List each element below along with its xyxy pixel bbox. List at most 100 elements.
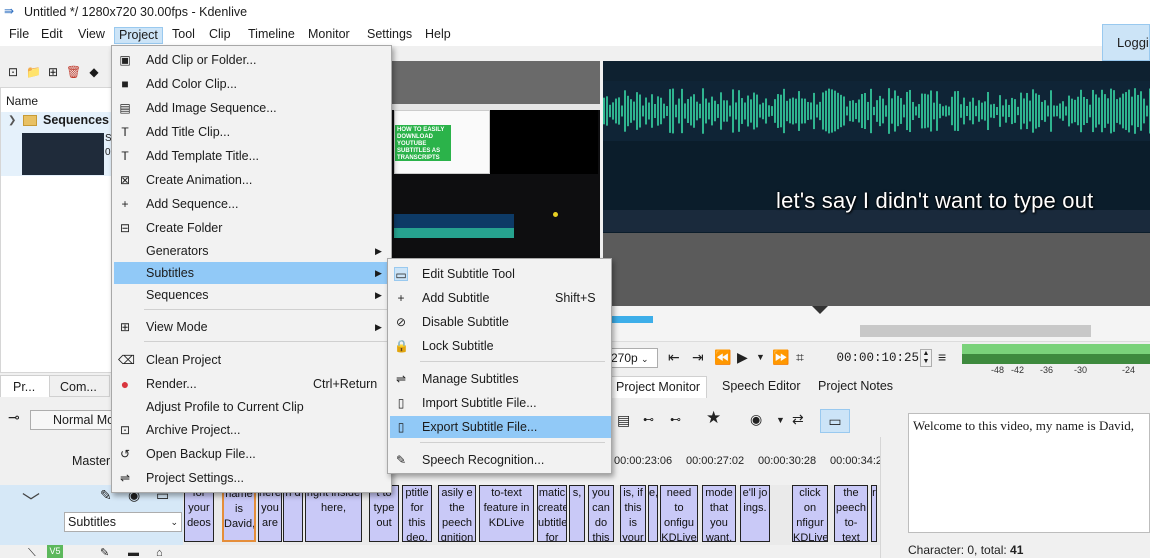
subtitle-clip[interactable]: here you are [258,485,282,542]
subtitle-clip[interactable]: n d [283,485,303,542]
menu-item-speech-recognition[interactable]: ✎ Speech Recognition... [390,449,611,471]
menu-item-add-sequence[interactable]: + Add Sequence... [114,193,391,215]
play-icon[interactable]: ▶ [737,349,748,365]
set-zone-out-icon[interactable]: ⇥ [692,349,704,365]
menu-item-clean-project[interactable]: ⌫ Clean Project [114,349,391,371]
menu-item-edit-subtitle-tool[interactable]: ▭ Edit Subtitle Tool [390,263,611,285]
subtitle-clip[interactable]: e, [648,485,658,542]
bin-clip-row[interactable]: S 0 [1,130,112,176]
menu-tool[interactable]: Tool [168,27,199,44]
collapse-chevron-icon[interactable]: ﹀ [22,488,40,514]
login-button[interactable]: Loggin [1102,24,1150,61]
menu-item-add-title-clip[interactable]: T Add Title Clip... [114,121,391,143]
menu-monitor[interactable]: Monitor [304,27,354,44]
menu-edit[interactable]: Edit [37,27,67,44]
set-zone-in-icon[interactable]: ⇤ [668,349,680,365]
menu-item-sequences[interactable]: Sequences ▶ [114,284,391,306]
menu-item-import-subtitle[interactable]: ▯ Import Subtitle File... [390,392,611,414]
subtitle-clip[interactable]: e'll jo ings. [740,485,770,542]
crop-icon[interactable]: ⌗ [796,349,804,365]
edit-mode-select[interactable]: Normal Mo [30,410,112,430]
menu-item-add-subtitle[interactable]: + Add Subtitle Shift+S [390,287,611,309]
playhead-marker[interactable] [812,306,828,314]
subtitle-clip[interactable]: r [871,485,877,542]
subtitle-clip[interactable]: click on nfigur KDLive [792,485,828,542]
menu-item-add-clip[interactable]: ▣ Add Clip or Folder... [114,49,391,71]
filter-icon[interactable]: ▤ [617,412,630,428]
subtitle-clip[interactable]: name is David, [222,485,256,542]
tab-project-notes[interactable]: Project Notes [812,376,899,398]
play-options-icon[interactable]: ▼ [756,349,765,365]
monitor-menu-icon[interactable]: ≡ [938,349,946,365]
menu-item-adjust-profile[interactable]: Adjust Profile to Current Clip [114,396,391,418]
chevron-right-icon[interactable]: ❯ [8,115,16,126]
add-folder-icon[interactable]: 📁 [26,65,41,79]
tab-project-monitor[interactable]: Project Monitor [609,376,708,398]
subtitle-clip[interactable]: t to type out [369,485,399,542]
subtitle-toggle-icon[interactable]: ▭ [820,409,850,433]
menu-item-project-settings[interactable]: ⇌ Project Settings... [114,467,391,489]
subtitle-clip[interactable]: ptitle for this deo, [402,485,432,542]
master-label[interactable]: Master [72,454,110,468]
swap-icon[interactable]: ⇄ [792,411,804,427]
delete-word-icon[interactable]: ⊷ [643,412,654,428]
menu-item-create-animation[interactable]: ⊠ Create Animation... [114,169,391,191]
menu-item-disable-subtitle[interactable]: ⊘ Disable Subtitle [390,311,611,333]
timecode-spinner[interactable]: ▲ ▼ [920,349,932,367]
record-icon[interactable]: ◉ [750,411,762,427]
delete-icon[interactable]: 🗑 [66,65,81,79]
menu-item-add-image-sequence[interactable]: ▤ Add Image Sequence... [114,97,391,119]
menu-item-render[interactable]: ● Render... Ctrl+Return [114,373,391,395]
subtitle-clip[interactable]: the peech to- text [834,485,868,542]
speech-text-area[interactable]: Welcome to this video, my name is David, [908,413,1150,533]
menu-item-view-mode[interactable]: ⊞ View Mode ▶ [114,316,391,338]
subtitle-clip[interactable]: matic create ubtitle for [537,485,567,542]
menu-item-add-color-clip[interactable]: ■ Add Color Clip... [114,73,391,95]
menu-timeline[interactable]: Timeline [244,27,299,44]
star-icon[interactable]: ★ [706,409,721,426]
lock-icon[interactable]: ⌂ [156,545,163,558]
tab-speech-editor[interactable]: Speech Editor [716,376,807,398]
menu-item-add-template-title[interactable]: T Add Template Title... [114,145,391,167]
subtitle-clip[interactable]: mode that you want. [702,485,736,542]
menu-item-archive-project[interactable]: ⊡ Archive Project... [114,419,391,441]
subtitle-clip[interactable]: need to onfigu KDLive [660,485,698,542]
menu-item-create-folder[interactable]: ⊟ Create Folder [114,217,391,239]
bin-folder-row[interactable]: ❯ Sequences [1,112,112,130]
tool-options-icon[interactable]: ⊸ [8,409,20,425]
menu-item-generators[interactable]: Generators ▶ [114,240,391,262]
subtitle-clip[interactable]: for your deos [184,485,214,542]
subtitle-track-select[interactable]: Subtitles ⌄ [64,512,182,532]
menu-item-lock-subtitle[interactable]: 🔒 Lock Subtitle [390,335,611,357]
menu-item-open-backup[interactable]: ↺ Open Backup File... [114,443,391,465]
subtitle-clip[interactable]: asily e the peech gnition [438,485,476,542]
delete-segment-icon[interactable]: ⊷ [670,412,681,428]
menu-clip[interactable]: Clip [205,27,235,44]
tab-project-bin[interactable]: Pr... [0,375,50,397]
hide-icon[interactable]: ▬ [128,545,139,558]
chevron-down-icon[interactable]: ▼ [776,412,785,428]
menu-file[interactable]: File [5,27,33,44]
subtitle-clip[interactable]: you can do this [588,485,614,542]
subtitle-clip[interactable]: is, if this is your [620,485,646,542]
column-header-name[interactable]: Name [6,94,38,108]
forward-icon[interactable]: ⏩ [772,349,789,365]
collapse-icon[interactable]: ⟍ [28,545,36,558]
menu-project[interactable]: Project [114,27,163,44]
menu-view[interactable]: View [74,27,109,44]
rewind-icon[interactable]: ⏪ [714,349,731,365]
edit-icon[interactable]: ✎ [100,545,109,558]
menu-settings[interactable]: Settings [363,27,416,44]
timecode-display[interactable]: 00:00:10:25 [835,348,919,368]
subtitle-clip[interactable]: right inside here, [305,485,362,542]
tag-icon[interactable]: ◆ [87,65,101,79]
edit-subtitle-icon[interactable]: ✎ [100,487,112,503]
menu-help[interactable]: Help [421,27,455,44]
menu-item-manage-subtitles[interactable]: ⇌ Manage Subtitles [390,368,611,390]
view-options-icon[interactable]: ⊡ [6,65,20,79]
subtitle-clip[interactable]: to-text feature in KDLive [479,485,534,542]
new-folder-icon[interactable]: ⊞ [46,65,60,79]
subtitle-clip[interactable]: s, [569,485,585,542]
menu-item-subtitles[interactable]: Subtitles ▶ [114,262,391,284]
tab-compositions[interactable]: Com... [50,375,110,397]
